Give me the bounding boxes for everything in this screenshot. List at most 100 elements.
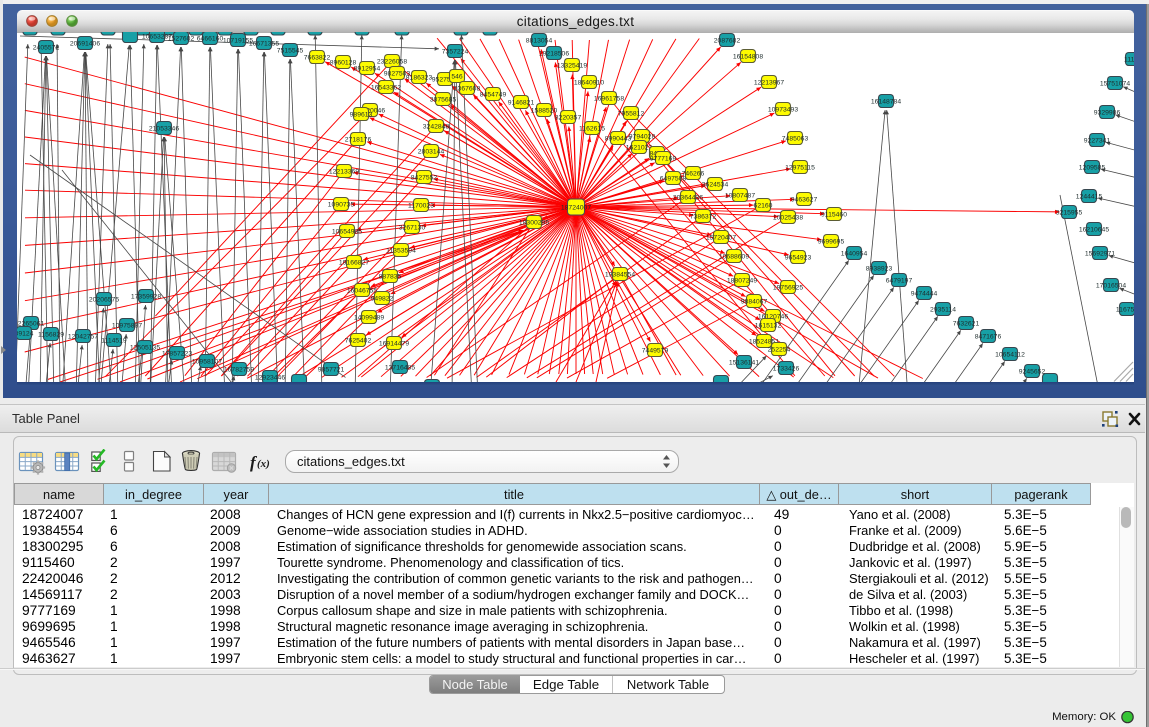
svg-text:1244415: 1244415 [1076, 193, 1103, 200]
svg-text:3242848: 3242848 [423, 123, 450, 130]
svg-text:39124: 39124 [17, 330, 34, 337]
svg-text:19166827: 19166827 [339, 259, 369, 266]
svg-text:20691406: 20691406 [70, 40, 100, 47]
svg-text:949822: 949822 [371, 295, 394, 302]
svg-text:2367608: 2367608 [454, 85, 481, 92]
svg-text:21053346: 21053346 [149, 125, 179, 132]
svg-text:8427552: 8427552 [411, 174, 438, 181]
svg-text:19384554: 19384554 [605, 271, 635, 278]
svg-text:7357224: 7357224 [442, 48, 469, 55]
svg-text:18300295: 18300295 [519, 219, 549, 226]
svg-text:8912954: 8912954 [354, 65, 381, 72]
svg-text:7955812: 7955812 [618, 110, 645, 117]
svg-text:7386372: 7386372 [690, 213, 717, 220]
svg-text:18640910: 18640910 [574, 79, 604, 86]
svg-text:6466160: 6466160 [197, 35, 224, 42]
svg-text:2803144: 2803144 [418, 148, 445, 155]
svg-text:62160: 62160 [754, 202, 773, 209]
svg-text:252254: 252254 [768, 346, 791, 353]
svg-text:1733426: 1733426 [773, 365, 800, 372]
svg-text:9146821: 9146821 [508, 99, 535, 106]
svg-text:9654923: 9654923 [785, 254, 812, 261]
svg-text:8938923: 8938923 [866, 265, 893, 272]
svg-text:9463627: 9463627 [791, 196, 818, 203]
svg-text:10025438: 10025438 [773, 214, 803, 221]
svg-text:12505135: 12505135 [130, 344, 160, 351]
svg-text:8454749: 8454749 [480, 91, 507, 98]
svg-text:1090735: 1090735 [328, 201, 355, 208]
svg-text:9857721: 9857721 [318, 366, 345, 373]
svg-text:7632621: 7632621 [953, 320, 980, 327]
svg-text:8960128: 8960128 [330, 59, 357, 66]
svg-text:20364436: 20364436 [673, 194, 703, 201]
svg-text:19218506: 19218506 [539, 50, 569, 57]
svg-text:16210645: 16210645 [1079, 226, 1109, 233]
svg-text:16914479: 16914479 [379, 340, 409, 347]
svg-text:3624534: 3624534 [702, 181, 729, 188]
svg-text:116753: 116753 [1116, 306, 1134, 313]
svg-text:13716485: 13716485 [385, 364, 415, 371]
svg-text:12975115: 12975115 [785, 164, 815, 171]
svg-text:546: 546 [451, 73, 463, 80]
svg-text:3215955: 3215955 [1056, 209, 1083, 216]
svg-text:6479197: 6479197 [886, 277, 913, 284]
svg-text:17016504: 17016504 [1096, 282, 1126, 289]
svg-text:9227341: 9227341 [1084, 137, 1111, 144]
svg-text:16543362: 16543362 [371, 84, 401, 91]
svg-text:16782759: 16782759 [224, 366, 254, 373]
svg-text:11125: 11125 [1124, 56, 1134, 63]
svg-text:1640954: 1640954 [841, 250, 868, 257]
svg-text:8471676: 8471676 [975, 333, 1002, 340]
svg-text:2718176: 2718176 [345, 136, 372, 143]
svg-text:8220357: 8220357 [555, 114, 582, 121]
svg-text:1170023: 1170023 [408, 202, 434, 209]
svg-text:9115460: 9115460 [821, 211, 847, 218]
svg-text:989613: 989613 [350, 111, 373, 118]
svg-text:18807249: 18807249 [727, 277, 757, 284]
svg-text:9884067: 9884067 [741, 298, 768, 305]
svg-text:7625402: 7625402 [345, 337, 372, 344]
svg-text:17359928: 17359928 [131, 293, 161, 300]
svg-text:10688609: 10688609 [719, 253, 749, 260]
svg-text:10654112: 10654112 [995, 351, 1025, 358]
svg-text:2405572: 2405572 [33, 44, 60, 51]
svg-text:10807487: 10807487 [725, 192, 755, 199]
svg-text:16671355: 16671355 [249, 40, 279, 47]
svg-text:8813054: 8813054 [526, 37, 553, 44]
svg-text:10973493: 10973493 [768, 106, 798, 113]
svg-text:15751074: 15751074 [1100, 80, 1130, 87]
svg-text:9245652: 9245652 [1019, 368, 1046, 375]
svg-text:15720407: 15720407 [706, 234, 736, 241]
svg-text:16154808: 16154808 [733, 53, 763, 60]
svg-text:1588520: 1588520 [531, 107, 558, 114]
svg-text:16046755: 16046755 [347, 287, 377, 294]
svg-text:8990443: 8990443 [605, 135, 632, 142]
svg-text:1162615: 1162615 [579, 125, 605, 132]
svg-text:1621022: 1621022 [626, 144, 653, 151]
svg-text:3267130: 3267130 [399, 224, 426, 231]
svg-text:7449579: 7449579 [642, 347, 669, 354]
svg-text:887835: 887835 [379, 273, 402, 280]
svg-text:16961758: 16961758 [594, 95, 624, 102]
svg-text:16148784: 16148784 [871, 98, 901, 105]
svg-text:1156829: 1156829 [38, 331, 64, 338]
svg-text:18724007: 18724007 [561, 204, 591, 211]
svg-text:9474444: 9474444 [911, 290, 938, 297]
svg-text:14099489: 14099489 [354, 314, 384, 321]
svg-text:12923446: 12923446 [255, 374, 285, 381]
svg-text:15136141: 15136141 [729, 359, 759, 366]
svg-text:20206575: 20206575 [89, 296, 119, 303]
svg-text:10958107: 10958107 [192, 358, 222, 365]
svg-text:746266: 746266 [682, 170, 705, 177]
svg-text:(x): (x) [257, 458, 270, 470]
svg-text:2087682: 2087682 [714, 37, 741, 44]
svg-text:23226058: 23226058 [377, 58, 407, 65]
svg-text:10654985: 10654985 [332, 228, 362, 235]
svg-text:12213369: 12213369 [329, 168, 359, 175]
svg-text:7515545: 7515545 [277, 47, 304, 54]
svg-text:7663822: 7663822 [304, 54, 331, 61]
svg-text:11353594: 11353594 [386, 247, 416, 254]
svg-text:9699695: 9699695 [818, 238, 845, 245]
svg-text:17857223: 17857223 [162, 350, 192, 357]
svg-text:7485063: 7485063 [782, 135, 809, 142]
